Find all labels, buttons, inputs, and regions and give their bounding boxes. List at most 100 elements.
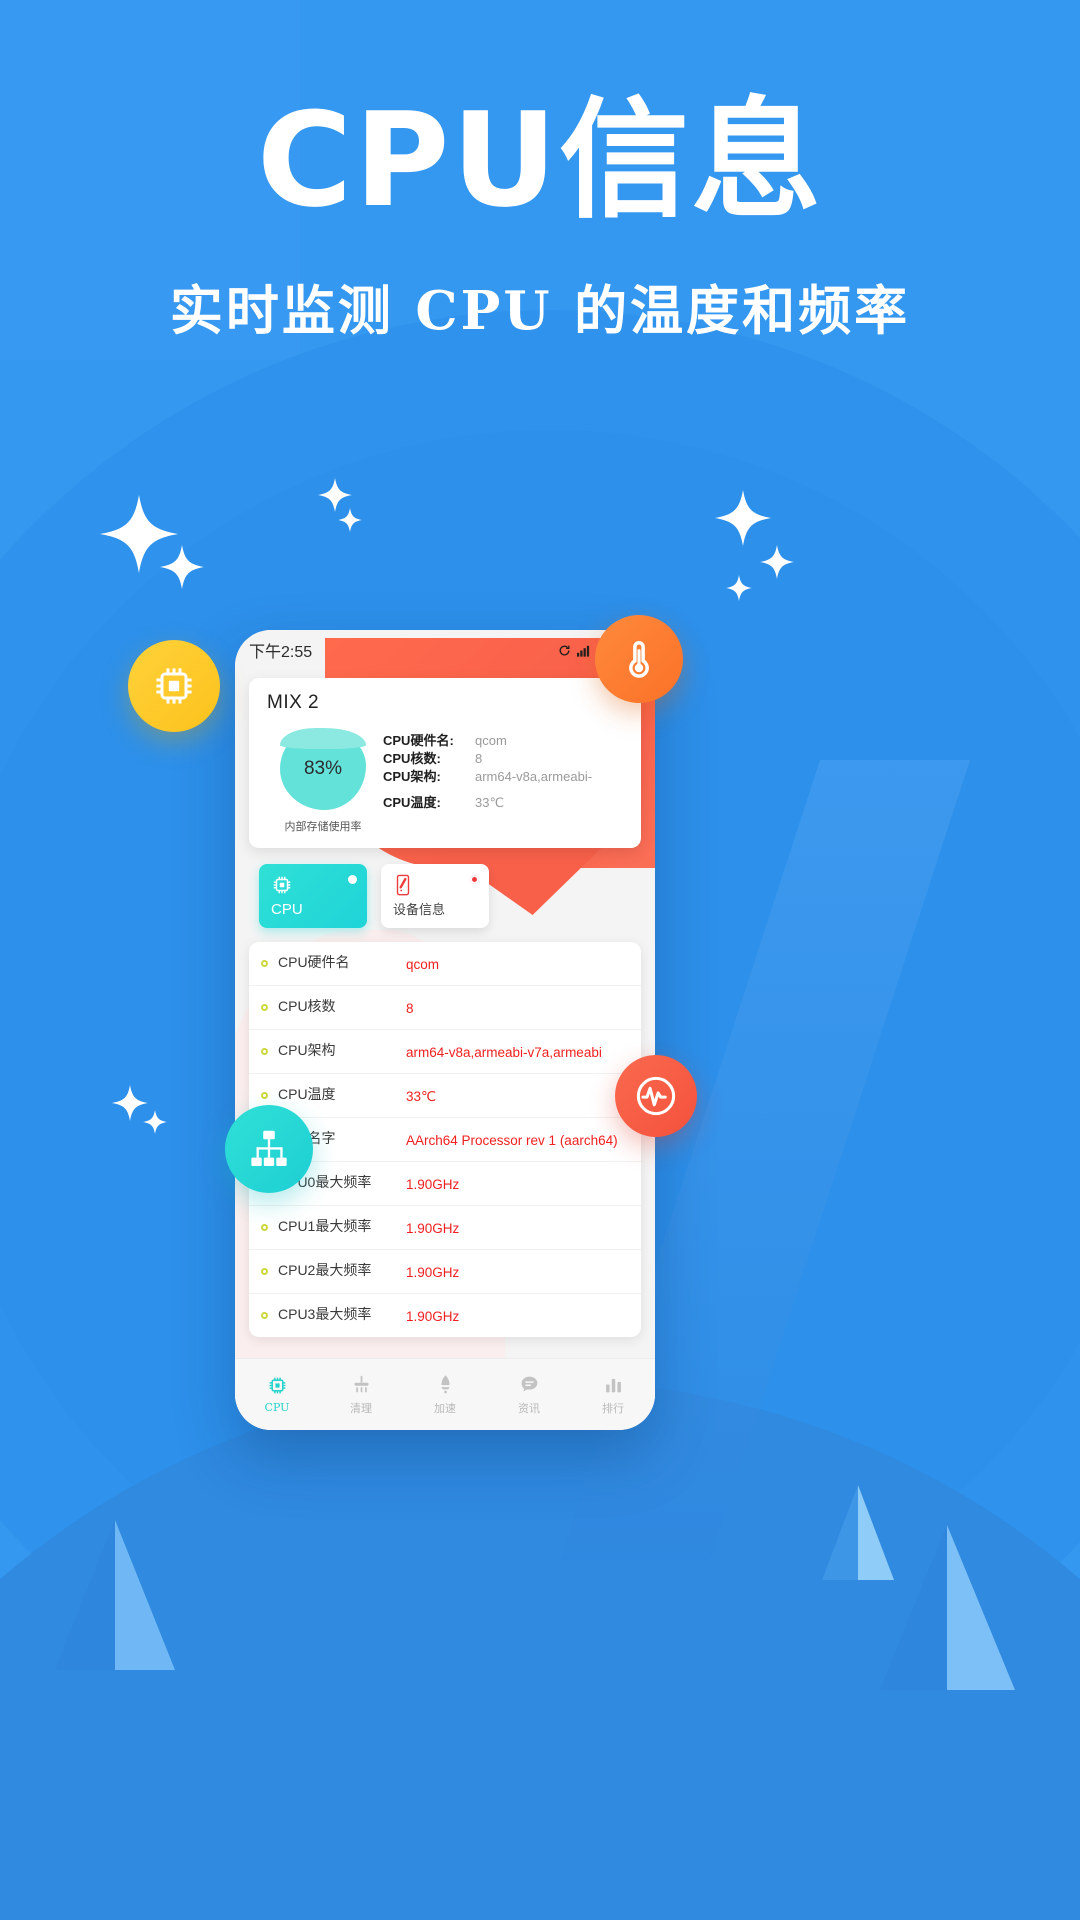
device-info-icon bbox=[393, 874, 477, 896]
waveform-icon bbox=[633, 1073, 679, 1119]
table-row[interactable]: CPU2最大频率 1.90GHz bbox=[249, 1250, 641, 1294]
row-value: 1.90GHz bbox=[406, 1265, 460, 1280]
summary-value: arm64-v8a,armeabi- bbox=[475, 769, 593, 784]
thermometer-icon bbox=[617, 637, 661, 681]
signal-icon bbox=[576, 644, 592, 657]
poster-header: CPU信息 实时监测 CPU 的温度和频率 bbox=[0, 0, 1080, 345]
nav-label: 清理 bbox=[350, 1401, 372, 1415]
nav-item-boost[interactable]: 加速 bbox=[403, 1374, 487, 1416]
table-row[interactable]: CPU核数 8 bbox=[249, 986, 641, 1030]
row-value: 8 bbox=[406, 1001, 414, 1016]
row-key: CPU温度 bbox=[278, 1086, 336, 1102]
storage-gauge: 83% 内部存储使用率 bbox=[263, 728, 383, 834]
row-value: arm64-v8a,armeabi-v7a,armeabi bbox=[406, 1045, 602, 1060]
cpu-chip-icon bbox=[271, 874, 355, 896]
sparkle-top-mid2 bbox=[338, 508, 362, 532]
bottom-navigation: CPU 清理 加速 资讯 排行 bbox=[235, 1358, 655, 1430]
summary-row: CPU核数: 8 bbox=[383, 750, 627, 767]
device-name: MIX 2 bbox=[267, 692, 320, 713]
sparkle-right-c bbox=[726, 575, 752, 601]
nav-item-cpu[interactable]: CPU bbox=[235, 1375, 319, 1414]
row-bullet-icon bbox=[261, 960, 268, 967]
nav-item-ranking[interactable]: 排行 bbox=[571, 1374, 655, 1416]
tab-status-dot bbox=[470, 875, 479, 884]
pyramid-left bbox=[55, 1520, 175, 1675]
pyramid-right-small bbox=[822, 1485, 894, 1585]
rocket-icon bbox=[435, 1374, 456, 1395]
summary-key: CPU架构: bbox=[383, 769, 441, 784]
cpu-summary-card: MIX 2 83% 内部存储使用率 CPU硬件名: qcom CPU核数: 8 bbox=[249, 678, 641, 848]
table-row[interactable]: CPU架构 arm64-v8a,armeabi-v7a,armeabi bbox=[249, 1030, 641, 1074]
row-bullet-icon bbox=[261, 1268, 268, 1275]
sitemap-icon bbox=[246, 1126, 292, 1172]
tab-device-info[interactable]: 设备信息 bbox=[381, 864, 489, 928]
sparkle-top-mid bbox=[318, 478, 352, 512]
row-key: CPU3最大频率 bbox=[278, 1306, 372, 1322]
chip-badge bbox=[128, 640, 220, 732]
status-time: 下午2:55 bbox=[249, 644, 313, 661]
tab-cpu[interactable]: CPU bbox=[259, 864, 367, 928]
hierarchy-badge bbox=[225, 1105, 313, 1193]
row-value: 1.90GHz bbox=[406, 1177, 460, 1192]
page-subtitle: 实时监测 CPU 的温度和频率 bbox=[169, 279, 911, 342]
sync-icon bbox=[558, 644, 571, 657]
gauge-blob: 83% bbox=[280, 728, 366, 810]
summary-rows: CPU硬件名: qcom CPU核数: 8 CPU架构: arm64-v8a,a… bbox=[383, 728, 627, 834]
nav-item-clean[interactable]: 清理 bbox=[319, 1374, 403, 1416]
pyramid-right-large bbox=[880, 1525, 1015, 1695]
summary-key: CPU温度: bbox=[383, 795, 441, 810]
row-bullet-icon bbox=[261, 1312, 268, 1319]
nav-label: 资讯 bbox=[518, 1401, 540, 1415]
summary-value: 33℃ bbox=[475, 795, 505, 810]
category-tabs: CPU 设备信息 bbox=[235, 864, 655, 928]
sparkle-mini-left2 bbox=[143, 1110, 167, 1134]
cpu-chip-icon bbox=[267, 1375, 288, 1396]
row-value: AArch64 Processor rev 1 (aarch64) bbox=[406, 1133, 618, 1148]
page-title: CPU信息 bbox=[256, 84, 824, 236]
row-key: CPU架构 bbox=[278, 1042, 336, 1058]
table-row[interactable]: CPU硬件名 qcom bbox=[249, 942, 641, 986]
summary-row: CPU架构: arm64-v8a,armeabi- bbox=[383, 768, 627, 785]
gauge-label: 内部存储使用率 bbox=[284, 821, 362, 833]
sparkle-right-a bbox=[715, 490, 771, 546]
broom-icon bbox=[351, 1374, 372, 1395]
nav-label: CPU bbox=[264, 1401, 290, 1414]
status-bar: 下午2:55 bbox=[235, 630, 655, 670]
waveform-badge bbox=[615, 1055, 697, 1137]
tab-status-dot bbox=[348, 875, 357, 884]
row-value: 1.90GHz bbox=[406, 1309, 460, 1324]
row-key: CPU硬件名 bbox=[278, 954, 350, 970]
summary-key: CPU硬件名: bbox=[383, 733, 454, 748]
row-value: qcom bbox=[406, 957, 440, 972]
phone-screen: 下午2:55 MIX 2 83% 内部存储使用率 CPU硬件名: qcom CP… bbox=[235, 630, 655, 1430]
row-key: CPU1最大频率 bbox=[278, 1218, 372, 1234]
bar-chart-icon bbox=[603, 1374, 624, 1395]
chat-icon bbox=[519, 1374, 540, 1395]
table-row[interactable]: CPU1最大频率 1.90GHz bbox=[249, 1206, 641, 1250]
row-bullet-icon bbox=[261, 1004, 268, 1011]
row-key: CPU2最大频率 bbox=[278, 1262, 372, 1278]
nav-label: 排行 bbox=[602, 1401, 624, 1415]
summary-value: qcom bbox=[475, 733, 507, 748]
summary-row: CPU温度: 33℃ bbox=[383, 794, 627, 811]
row-bullet-icon bbox=[261, 1092, 268, 1099]
summary-row: CPU硬件名: qcom bbox=[383, 732, 627, 749]
summary-body: 83% 内部存储使用率 CPU硬件名: qcom CPU核数: 8 CPU架构: bbox=[249, 724, 641, 848]
row-bullet-icon bbox=[261, 1048, 268, 1055]
sparkle-right-b bbox=[760, 545, 794, 579]
temperature-badge bbox=[595, 615, 683, 703]
summary-value: 8 bbox=[475, 751, 483, 766]
summary-key: CPU核数: bbox=[383, 751, 441, 766]
table-row[interactable]: CPU温度 33℃ bbox=[249, 1074, 641, 1118]
cpu-chip-icon bbox=[150, 662, 198, 710]
sparkle-small-left bbox=[160, 545, 204, 589]
nav-item-news[interactable]: 资讯 bbox=[487, 1374, 571, 1416]
row-bullet-icon bbox=[261, 1224, 268, 1231]
table-row[interactable]: CPU3最大频率 1.90GHz bbox=[249, 1294, 641, 1337]
row-value: 33℃ bbox=[406, 1089, 437, 1104]
tab-device-info-label: 设备信息 bbox=[393, 902, 446, 917]
row-key: CPU核数 bbox=[278, 998, 336, 1014]
phone-mockup: 下午2:55 MIX 2 83% 内部存储使用率 CPU硬件名: qcom CP… bbox=[235, 630, 655, 1430]
gauge-percent: 83% bbox=[303, 758, 343, 779]
nav-label: 加速 bbox=[434, 1401, 456, 1415]
